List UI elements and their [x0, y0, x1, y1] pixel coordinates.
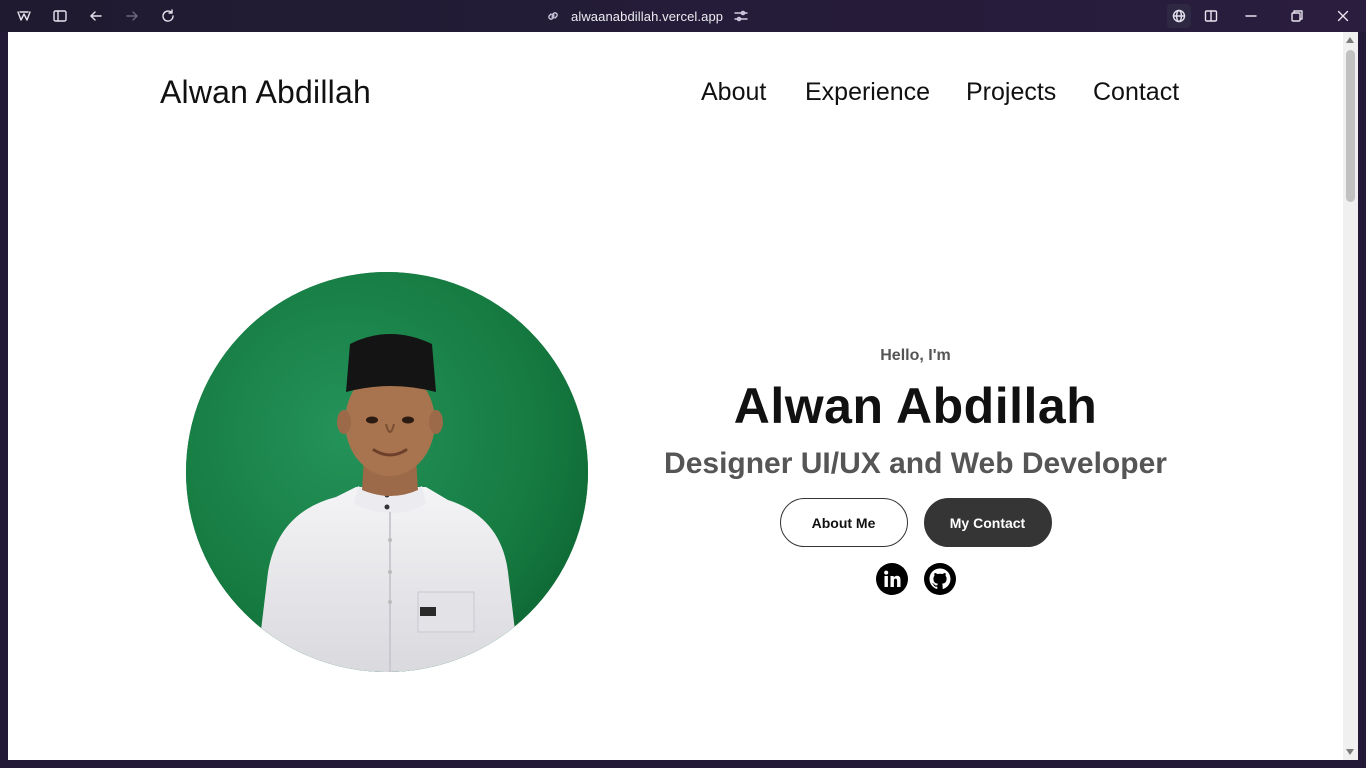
hero-section: Hello, I'm Alwan Abdillah Designer UI/UX… — [628, 342, 1203, 595]
window-bottom-edge — [0, 760, 1366, 768]
tune-icon[interactable] — [733, 8, 749, 24]
scrollbar-thumb[interactable] — [1346, 50, 1355, 202]
close-icon[interactable] — [1331, 4, 1355, 28]
hero-greeting: Hello, I'm — [880, 347, 951, 364]
link-icon — [548, 12, 558, 20]
nav-about[interactable]: About — [701, 78, 766, 107]
reload-icon[interactable] — [156, 4, 180, 28]
scroll-down-icon[interactable] — [1346, 749, 1354, 755]
nav-experience[interactable]: Experience — [805, 78, 930, 107]
hero-name: Alwan Abdillah — [733, 378, 1098, 434]
main-nav: About Experience Projects Contact — [8, 78, 1343, 110]
address-bar[interactable]: alwaanabdillah.vercel.app — [545, 4, 765, 28]
my-contact-button[interactable]: My Contact — [923, 498, 1052, 547]
hero-buttons: About Me My Contact — [628, 498, 1203, 547]
browser-titlebar: alwaanabdillah.vercel.app — [0, 0, 1366, 32]
restore-icon[interactable] — [1285, 4, 1309, 28]
page-scrollbar[interactable] — [1343, 32, 1358, 760]
nav-contact[interactable]: Contact — [1093, 78, 1179, 107]
back-arrow-icon[interactable] — [84, 4, 108, 28]
about-me-button[interactable]: About Me — [779, 498, 908, 547]
profile-photo — [186, 272, 588, 672]
linkedin-icon[interactable] — [875, 563, 908, 595]
sidebar-icon[interactable] — [48, 4, 72, 28]
profile-illustration — [186, 272, 588, 672]
page-viewport: Alwan Abdillah About Experience Projects… — [8, 32, 1343, 760]
minimize-icon[interactable] — [1239, 4, 1263, 28]
hero-role: Designer UI/UX and Web Developer — [664, 447, 1167, 480]
url-text[interactable]: alwaanabdillah.vercel.app — [571, 9, 723, 24]
globe-icon[interactable] — [1167, 4, 1191, 28]
forward-arrow-icon[interactable] — [120, 4, 144, 28]
github-icon[interactable] — [923, 563, 956, 595]
scroll-up-icon[interactable] — [1346, 37, 1354, 43]
app-menu-icon[interactable] — [12, 4, 36, 28]
social-links — [628, 563, 1203, 595]
nav-projects[interactable]: Projects — [966, 78, 1056, 107]
split-view-icon[interactable] — [1199, 4, 1223, 28]
